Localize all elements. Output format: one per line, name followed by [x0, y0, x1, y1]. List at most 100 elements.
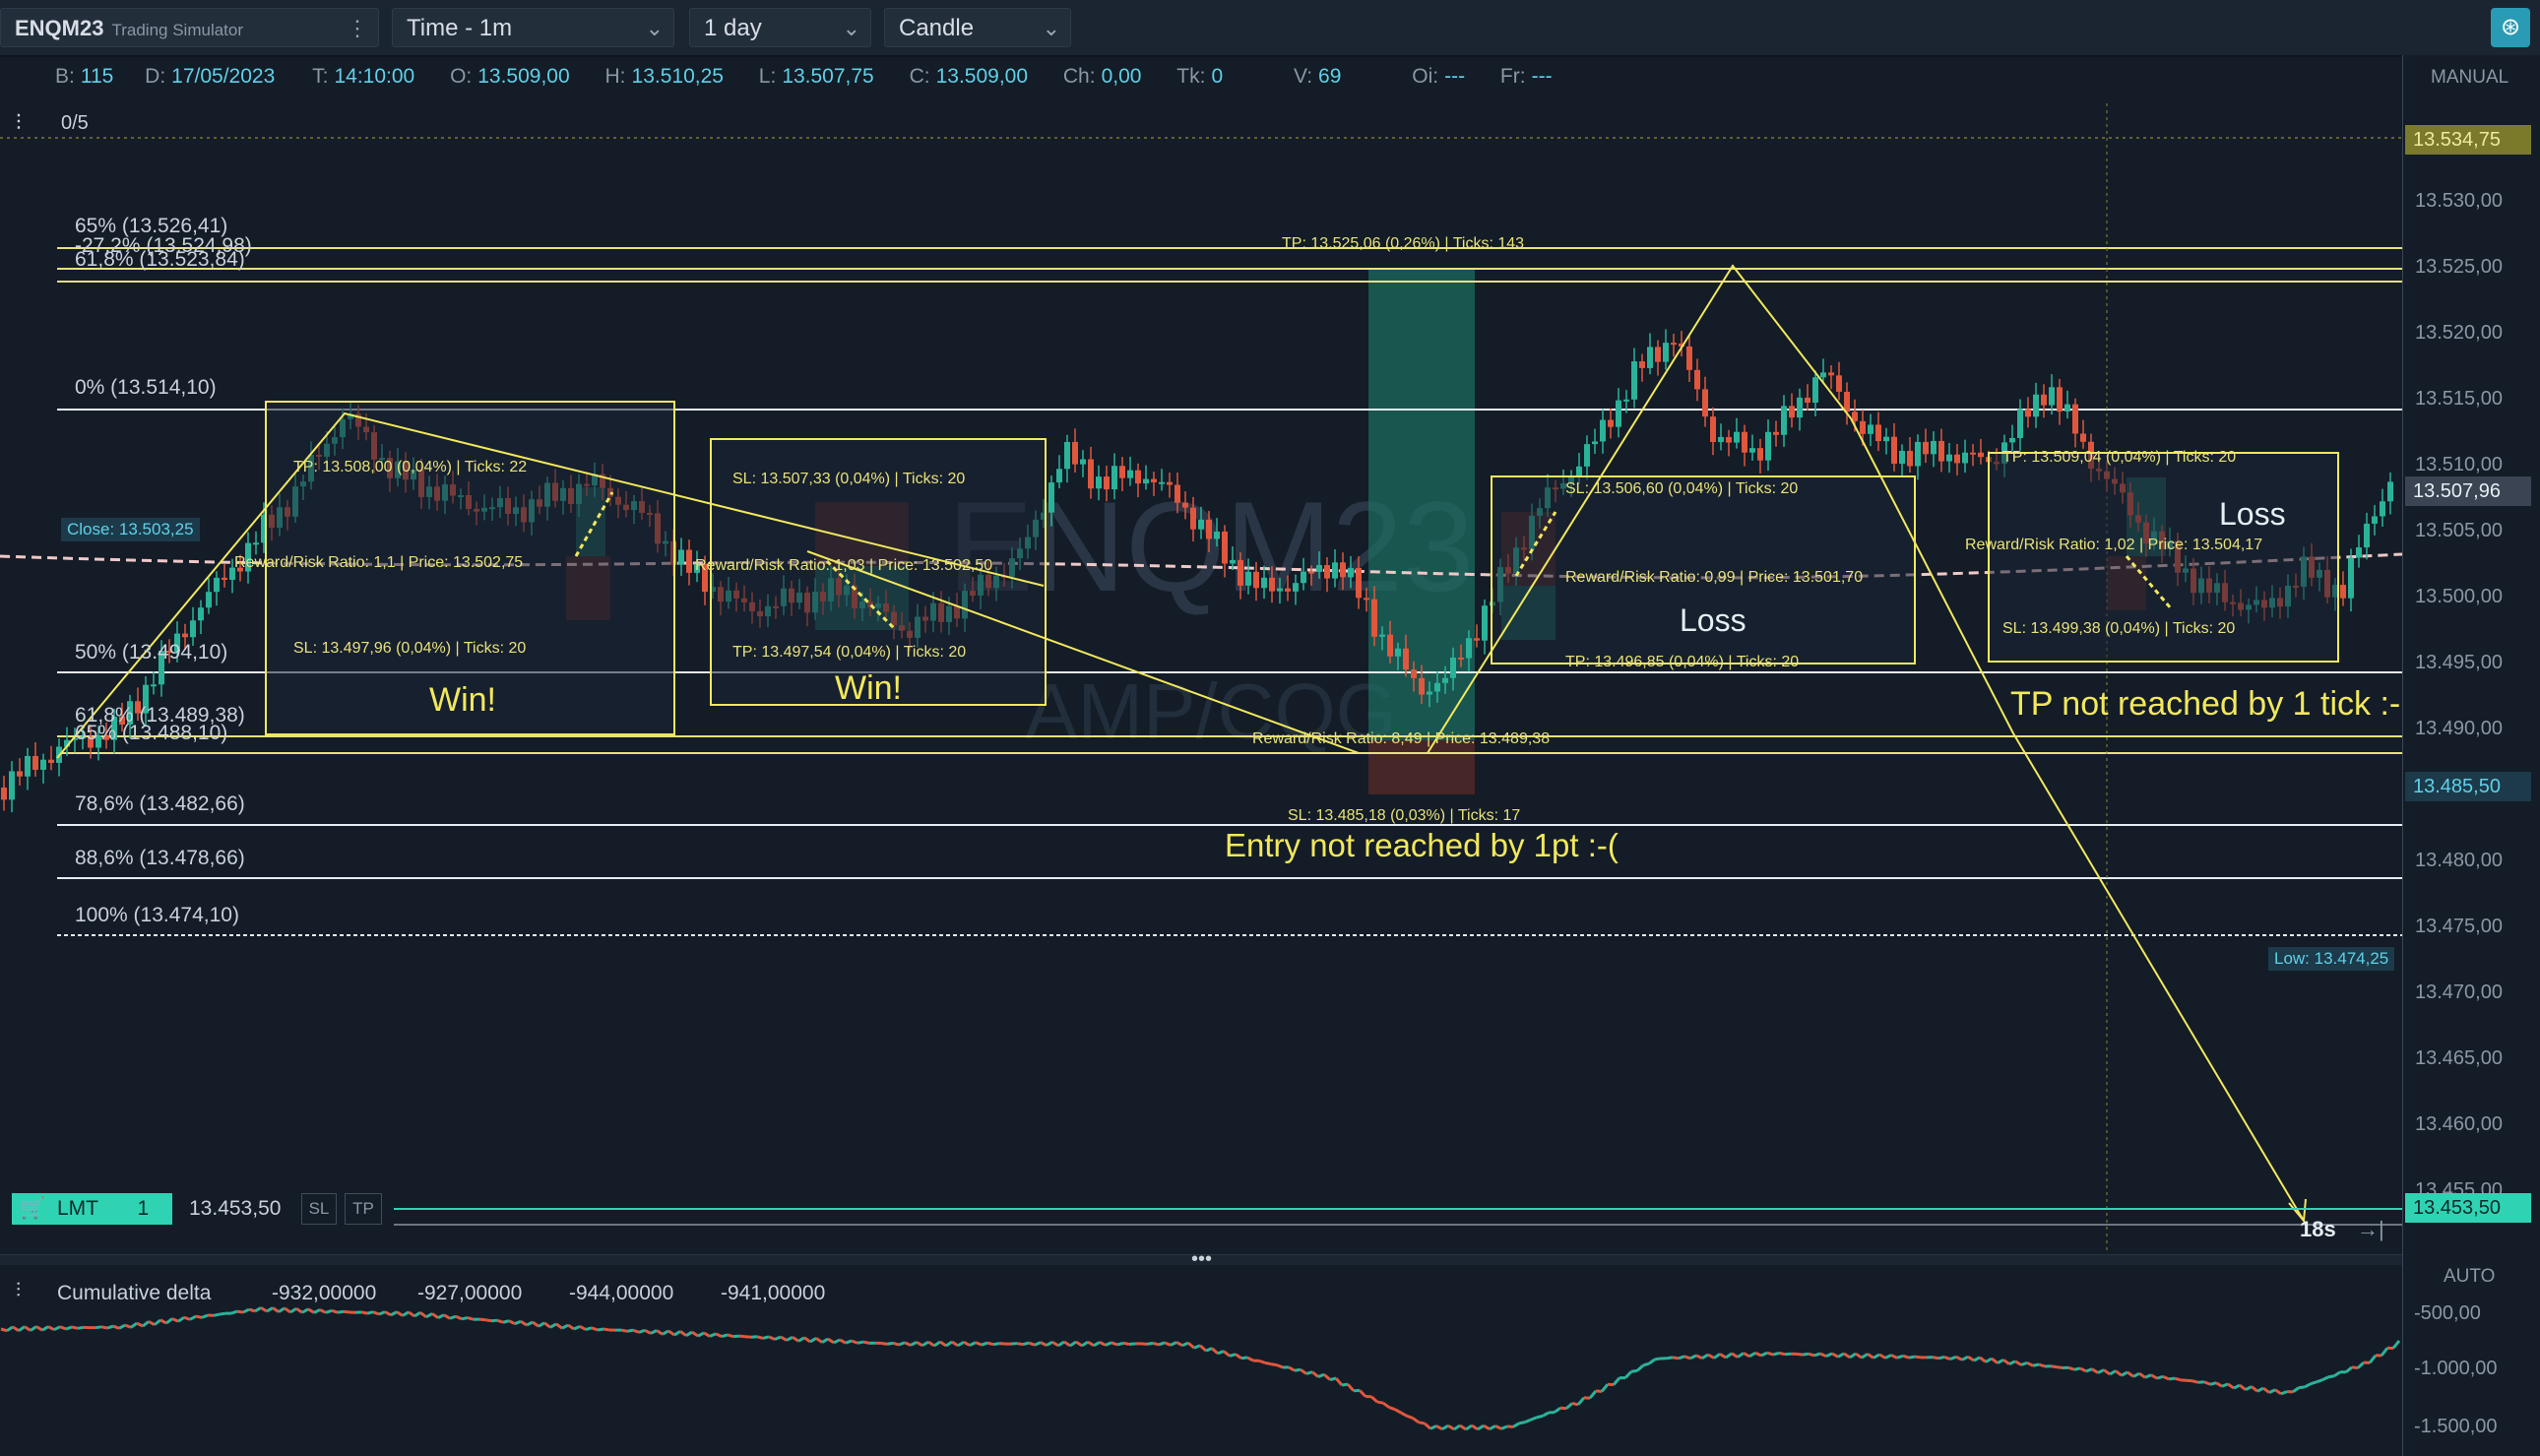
info-value: 13.507,75 [782, 65, 874, 88]
delta-segment [2103, 1368, 2111, 1376]
delta-segment [1937, 1355, 1945, 1361]
delta-segment [673, 1330, 681, 1337]
candle-body [1812, 377, 1818, 404]
candle-body [1946, 454, 1952, 462]
delta-segment [2014, 1360, 2022, 1366]
delta-segment [1270, 1362, 1278, 1367]
candle-body [2017, 409, 2023, 438]
delta-segment [543, 1321, 551, 1329]
delta-segment [337, 1309, 345, 1314]
delta-segment [1057, 1340, 1065, 1348]
candle-body [2080, 433, 2086, 442]
delta-segment [467, 1316, 475, 1321]
delta-segment [1418, 1421, 1426, 1425]
delta-segment [183, 1315, 191, 1321]
candle-body [1285, 588, 1291, 592]
delta-segment [2138, 1371, 2146, 1379]
delta-segment [2056, 1365, 2064, 1369]
trade5-sl-label: SL: 13.499,38 (0,04%) | Ticks: 20 [2002, 620, 2236, 637]
delta-tick: -500,00 [2414, 1302, 2481, 1324]
delta-segment [992, 1342, 1000, 1347]
delta-segment [496, 1318, 504, 1324]
delta-segment [1111, 1341, 1118, 1347]
candle-body [1111, 466, 1117, 490]
delta-segment [1300, 1367, 1307, 1375]
delta-segment [1164, 1341, 1172, 1347]
candle-body [1482, 605, 1488, 641]
top-toolbar: ENQM23 Trading Simulator ⋮ Time - 1m ⌄ 1 … [0, 0, 2540, 57]
delta-segment [1997, 1358, 2004, 1364]
delta-segment [1181, 1341, 1189, 1348]
delta-segment [1423, 1422, 1432, 1430]
delta-segment [1406, 1414, 1414, 1420]
delta-segment [2038, 1362, 2046, 1368]
trade1-tp-label: TP: 13.508,00 (0,04%) | Ticks: 22 [293, 459, 528, 475]
delta-segment [1648, 1358, 1656, 1365]
delta-segment [219, 1311, 226, 1316]
stop-loss-button[interactable]: SL [301, 1193, 337, 1225]
delta-segment [591, 1326, 599, 1332]
candle-body [1962, 452, 1968, 464]
range-select[interactable]: 1 day ⌄ [689, 8, 871, 47]
delta-segment [1276, 1363, 1284, 1369]
candle-body [1151, 478, 1157, 482]
take-profit-button[interactable]: TP [345, 1193, 382, 1225]
price-chart[interactable]: ENQM23 AMP/CQG [0, 102, 2402, 1254]
delta-segment [1536, 1414, 1544, 1420]
delta-segment [697, 1331, 705, 1338]
candle-body [1805, 397, 1810, 404]
candle-body [1781, 406, 1787, 435]
delta-segment [307, 1307, 315, 1314]
drag-handle-icon[interactable]: ••• [1191, 1248, 1212, 1271]
trade5-note: TP not reached by 1 tick :-( [2010, 685, 2412, 723]
more-icon[interactable]: ⋮ [347, 9, 368, 48]
delta-segment [413, 1311, 421, 1318]
delta-segment [65, 1325, 73, 1331]
delta-segment [343, 1309, 350, 1314]
delta-segment [1465, 1424, 1473, 1431]
delta-segment [2368, 1354, 2378, 1364]
trade5-rr-label: Reward/Risk Ratio: 1,02 | Price: 13.504,… [1965, 537, 2263, 553]
delta-mode: AUTO [2444, 1266, 2496, 1287]
delta-segment [1459, 1424, 1467, 1431]
cumulative-delta-chart[interactable] [0, 1270, 2402, 1456]
delta-segment [1429, 1424, 1437, 1430]
delta-segment [709, 1332, 717, 1338]
delta-segment [821, 1337, 829, 1344]
scroll-right-icon[interactable]: →| [2357, 1217, 2384, 1242]
delta-segment [939, 1340, 947, 1348]
delta-segment [951, 1340, 959, 1348]
candle-body [1600, 419, 1606, 442]
delta-segment [1346, 1383, 1356, 1392]
delta-segment [2020, 1361, 2028, 1366]
delta-segment [1932, 1356, 1939, 1361]
trade1-rr-label: Reward/Risk Ratio: 1,1 | Price: 13.502,7… [234, 554, 524, 571]
order-ticket[interactable]: 🛒 LMT 1 [12, 1193, 172, 1225]
delta-segment [727, 1333, 734, 1339]
trade4-result: Loss [1680, 602, 1746, 638]
delta-segment [927, 1340, 935, 1348]
trade3-sl-label: SL: 13.485,18 (0,03%) | Ticks: 17 [1288, 807, 1521, 824]
delta-segment [538, 1321, 545, 1328]
delta-segment [1819, 1352, 1827, 1359]
delta-segment [2274, 1388, 2282, 1396]
delta-segment [1022, 1341, 1030, 1347]
delta-segment [1063, 1340, 1071, 1348]
chart-type-select[interactable]: Candle ⌄ [884, 8, 1071, 47]
delta-segment [130, 1321, 138, 1329]
delta-segment [2079, 1366, 2087, 1373]
delta-segment [620, 1328, 628, 1333]
delta-segment [2115, 1369, 2123, 1377]
candle-body [1214, 531, 1220, 539]
connection-icon[interactable]: ⊛ [2491, 8, 2530, 47]
timeframe-select[interactable]: Time - 1m ⌄ [392, 8, 674, 47]
candle-body [2057, 387, 2063, 411]
candle-body [1576, 466, 1582, 477]
symbol-selector[interactable]: ENQM23 Trading Simulator ⋮ [0, 8, 379, 47]
price-axis[interactable]: MANUAL 13.530,00 13.525,00 13.520,00 13.… [2402, 55, 2540, 1456]
delta-segment [667, 1329, 675, 1337]
price-tick: 13.520,00 [2415, 322, 2503, 344]
delta-segment [1778, 1351, 1786, 1357]
delta-segment [242, 1307, 250, 1314]
delta-segment [2150, 1373, 2158, 1380]
